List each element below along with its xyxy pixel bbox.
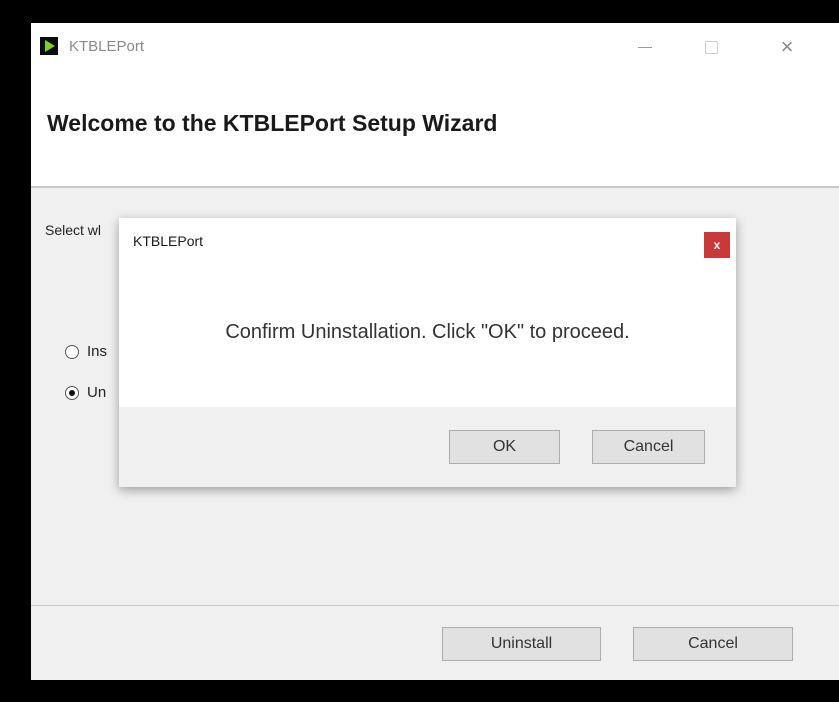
wizard-prompt: Select wl (45, 222, 102, 238)
radio-button-uninstall[interactable] (65, 385, 79, 400)
maximize-icon[interactable] (691, 31, 731, 63)
dialog-message: Confirm Uninstallation. Click "OK" to pr… (225, 321, 630, 343)
radio-button-install[interactable] (65, 344, 79, 359)
wizard-header: Welcome to the KTBLEPort Setup Wizard (31, 71, 839, 188)
dialog-close-icon[interactable]: x (704, 232, 730, 258)
app-icon (40, 37, 58, 55)
window-title: KTBLEPort (69, 38, 145, 55)
minimize-icon[interactable] (625, 31, 665, 63)
radio-label-uninstall: Un (87, 384, 107, 401)
confirm-dialog: KTBLEPort x Confirm Uninstallation. Clic… (119, 218, 736, 487)
cancel-button[interactable]: Cancel (633, 627, 793, 661)
radio-label-install: Ins (87, 343, 108, 360)
wizard-heading: Welcome to the KTBLEPort Setup Wizard (47, 110, 498, 136)
close-icon[interactable]: × (767, 31, 807, 63)
footer-divider (31, 605, 839, 606)
dialog-ok-button[interactable]: OK (449, 430, 560, 464)
title-bar: KTBLEPort × (31, 23, 839, 71)
uninstall-button[interactable]: Uninstall (442, 627, 601, 661)
dialog-title: KTBLEPort (133, 233, 204, 249)
radio-option-install[interactable]: Ins (65, 343, 107, 360)
dialog-cancel-button[interactable]: Cancel (592, 430, 705, 464)
radio-option-uninstall[interactable]: Un (65, 384, 106, 401)
